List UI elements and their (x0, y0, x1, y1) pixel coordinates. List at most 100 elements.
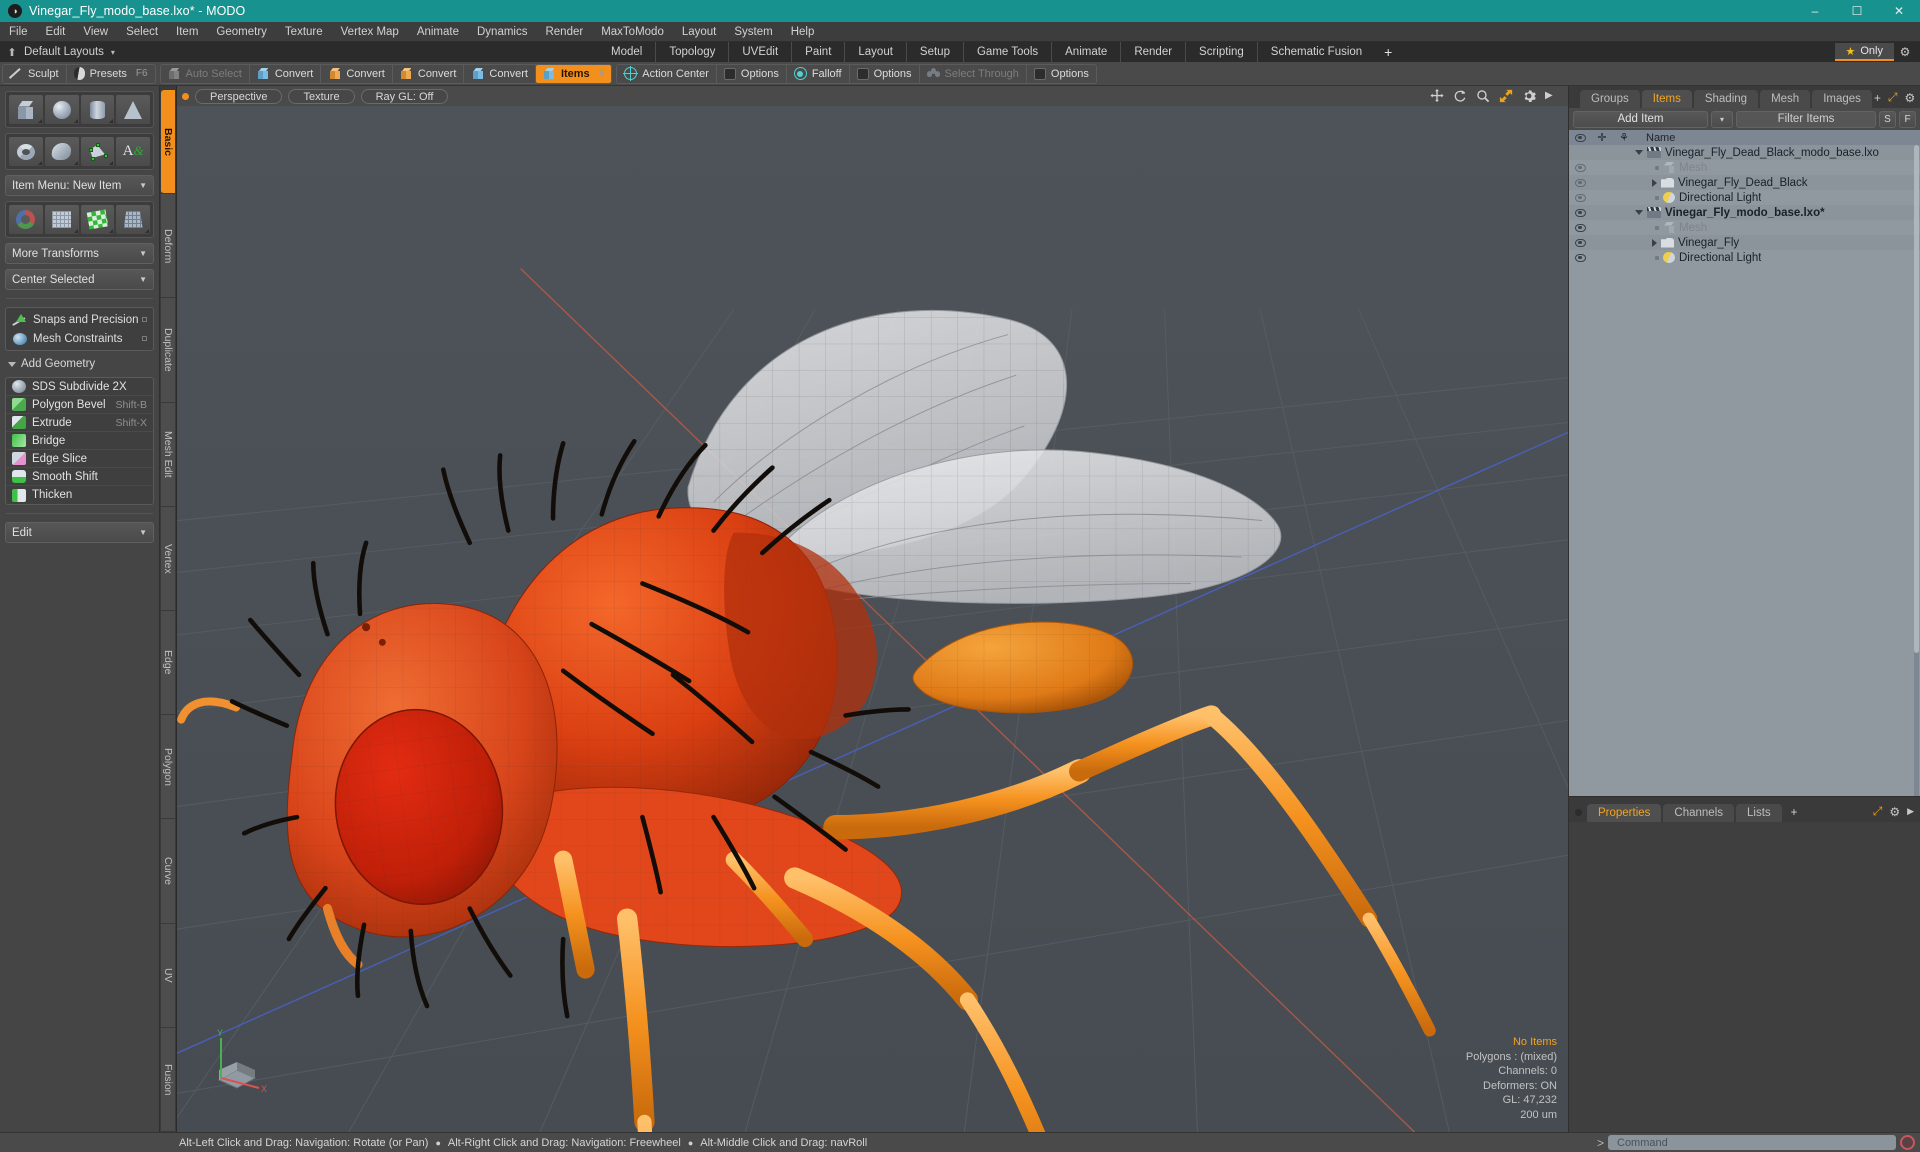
tool-falloff-options[interactable]: Options (850, 64, 920, 83)
item-list[interactable]: Vinegar_Fly_Dead_Black_modo_base.lxo Mes… (1569, 145, 1920, 796)
table-row[interactable]: Vinegar_Fly_Dead_Black_modo_base.lxo (1569, 145, 1920, 160)
primitive-text-button[interactable]: A& (116, 137, 150, 166)
table-row[interactable]: Vinegar_Fly (1569, 235, 1920, 250)
primitive-cylinder-button[interactable] (80, 95, 115, 124)
tab-properties[interactable]: Properties (1587, 804, 1662, 822)
transform-button[interactable] (9, 205, 43, 234)
triangle-down-icon[interactable] (1635, 150, 1643, 155)
tab-setup[interactable]: Setup (905, 42, 963, 62)
add-tab-button[interactable]: + (1375, 42, 1401, 62)
grid-mesh-button[interactable] (44, 205, 79, 234)
menu-edit[interactable]: Edit (37, 22, 75, 42)
tool-convert-polygon[interactable]: Convert (393, 64, 465, 83)
tab-topology[interactable]: Topology (655, 42, 728, 62)
visibility-toggle[interactable] (1569, 223, 1591, 232)
tool-select-through[interactable]: Select Through (920, 64, 1027, 83)
menu-help[interactable]: Help (782, 22, 824, 42)
menu-view[interactable]: View (74, 22, 117, 42)
checker-plane-button[interactable] (80, 205, 115, 234)
tab-shading[interactable]: Shading (1693, 90, 1759, 108)
item-name-cell[interactable]: Mesh (1635, 222, 1707, 234)
table-row[interactable]: Vinegar_Fly_modo_base.lxo* (1569, 205, 1920, 220)
geo-extrude[interactable]: Extrude Shift-X (6, 414, 153, 432)
tool-convert-vertex[interactable]: Convert (250, 64, 322, 83)
tab-game-tools[interactable]: Game Tools (962, 42, 1051, 62)
menu-layout[interactable]: Layout (673, 22, 726, 42)
maximize-button[interactable]: ☐ (1836, 0, 1878, 22)
zoom-icon[interactable] (1476, 89, 1490, 103)
menu-maxtomodo[interactable]: MaxToModo (592, 22, 673, 42)
tab-mesh[interactable]: Mesh ... (1760, 90, 1811, 123)
primitive-polygon-button[interactable] (80, 137, 115, 166)
chevron-right-icon[interactable]: ▶ (1545, 89, 1559, 103)
menu-select[interactable]: Select (117, 22, 167, 42)
tab-channels[interactable]: Channels (1663, 804, 1735, 822)
geo-bridge[interactable]: Bridge (6, 432, 153, 450)
vtab-duplicate[interactable]: Duplicate (161, 298, 175, 403)
item-list-scrollbar[interactable] (1914, 145, 1919, 796)
vtab-polygon[interactable]: Polygon (161, 715, 175, 820)
geo-sds-subdivide[interactable]: SDS Subdivide 2X (6, 378, 153, 396)
geo-polygon-bevel[interactable]: Polygon Bevel Shift-B (6, 396, 153, 414)
vtab-curve[interactable]: Curve (161, 819, 175, 924)
visibility-toggle[interactable] (1569, 178, 1591, 187)
expand-icon[interactable]: ⤢ (1888, 90, 1898, 105)
only-button[interactable]: ★ Only (1834, 43, 1894, 61)
add-item-dropdown[interactable]: ▾ (1711, 110, 1733, 128)
tool-select-through-options[interactable]: Options (1027, 65, 1096, 83)
snaps-and-precision-button[interactable]: Snaps and Precision (8, 310, 151, 329)
tool-items[interactable]: Items 5 (535, 64, 612, 83)
properties-panel-body[interactable] (1569, 822, 1920, 1132)
tool-convert-material[interactable]: Convert (464, 64, 536, 83)
visibility-toggle[interactable] (1569, 238, 1591, 247)
tool-convert-edge[interactable]: Convert (321, 64, 393, 83)
move-icon[interactable] (1430, 89, 1444, 103)
geo-thicken[interactable]: Thicken (6, 486, 153, 504)
layout-selector[interactable]: ⬆ Default Layouts ▾ (0, 46, 115, 59)
tool-action-center-options[interactable]: Options (717, 64, 787, 83)
tab-images[interactable]: Images (1812, 90, 1872, 108)
tab-paint[interactable]: Paint (791, 42, 844, 62)
chevron-right-icon[interactable]: ▶ (1907, 806, 1914, 817)
vtab-fusion[interactable]: Fusion (161, 1027, 175, 1133)
visibility-toggle[interactable] (1569, 193, 1591, 202)
table-row[interactable]: Directional Light (1569, 190, 1920, 205)
minimize-button[interactable]: – (1794, 0, 1836, 22)
triangle-down-icon[interactable] (1635, 210, 1643, 215)
viewport-axis-gizmo[interactable]: Y X (203, 1026, 273, 1096)
vtab-uv[interactable]: UV (161, 923, 175, 1028)
tool-presets[interactable]: Presets F6 (67, 65, 155, 83)
item-name-cell[interactable]: Vinegar_Fly (1635, 237, 1739, 249)
add-geometry-header[interactable]: Add Geometry (5, 356, 154, 372)
vtab-mesh-edit[interactable]: Mesh Edit (161, 402, 175, 507)
expand-icon[interactable]: ⤢ (1873, 804, 1883, 819)
mesh-constraints-button[interactable]: Mesh Constraints (8, 329, 151, 348)
add-properties-tab-button[interactable]: + (1784, 804, 1805, 822)
vtab-vertex[interactable]: Vertex (161, 506, 175, 612)
viewport-3d[interactable]: Y X No Items Polygons : (mixed) Channels… (177, 106, 1568, 1132)
tool-sculpt[interactable]: Sculpt (3, 64, 67, 83)
item-name-cell[interactable]: Vinegar_Fly_Dead_Black_modo_base.lxo (1635, 147, 1879, 159)
filter-items-input[interactable]: Filter Items (1736, 110, 1876, 128)
tool-action-center[interactable]: Action Center (617, 64, 717, 83)
menu-vertex-map[interactable]: Vertex Map (332, 22, 408, 42)
geo-smooth-shift[interactable]: Smooth Shift (6, 468, 153, 486)
visibility-toggle[interactable] (1569, 163, 1591, 172)
item-name-cell[interactable]: Mesh (1635, 162, 1707, 174)
fit-expand-icon[interactable] (1499, 89, 1513, 103)
close-button[interactable]: ✕ (1878, 0, 1920, 22)
item-name-cell[interactable]: Vinegar_Fly_Dead_Black (1635, 177, 1808, 189)
filter-s-button[interactable]: S (1879, 110, 1896, 128)
tool-auto-select[interactable]: Auto Select (161, 64, 250, 83)
vtab-edge[interactable]: Edge (161, 611, 175, 716)
tab-animate[interactable]: Animate (1051, 42, 1120, 62)
triangle-right-icon[interactable] (1652, 238, 1657, 247)
primitive-spiral-button[interactable] (44, 137, 79, 166)
viewport-raygl-selector[interactable]: Ray GL: Off (360, 88, 449, 104)
command-input[interactable]: Command (1608, 1135, 1896, 1150)
table-row[interactable]: Mesh (1569, 220, 1920, 235)
item-name-cell[interactable]: Directional Light (1635, 252, 1761, 264)
rotate-icon[interactable] (1453, 89, 1467, 103)
gear-icon[interactable] (1522, 89, 1536, 103)
add-tab-button[interactable]: + (1874, 91, 1881, 105)
